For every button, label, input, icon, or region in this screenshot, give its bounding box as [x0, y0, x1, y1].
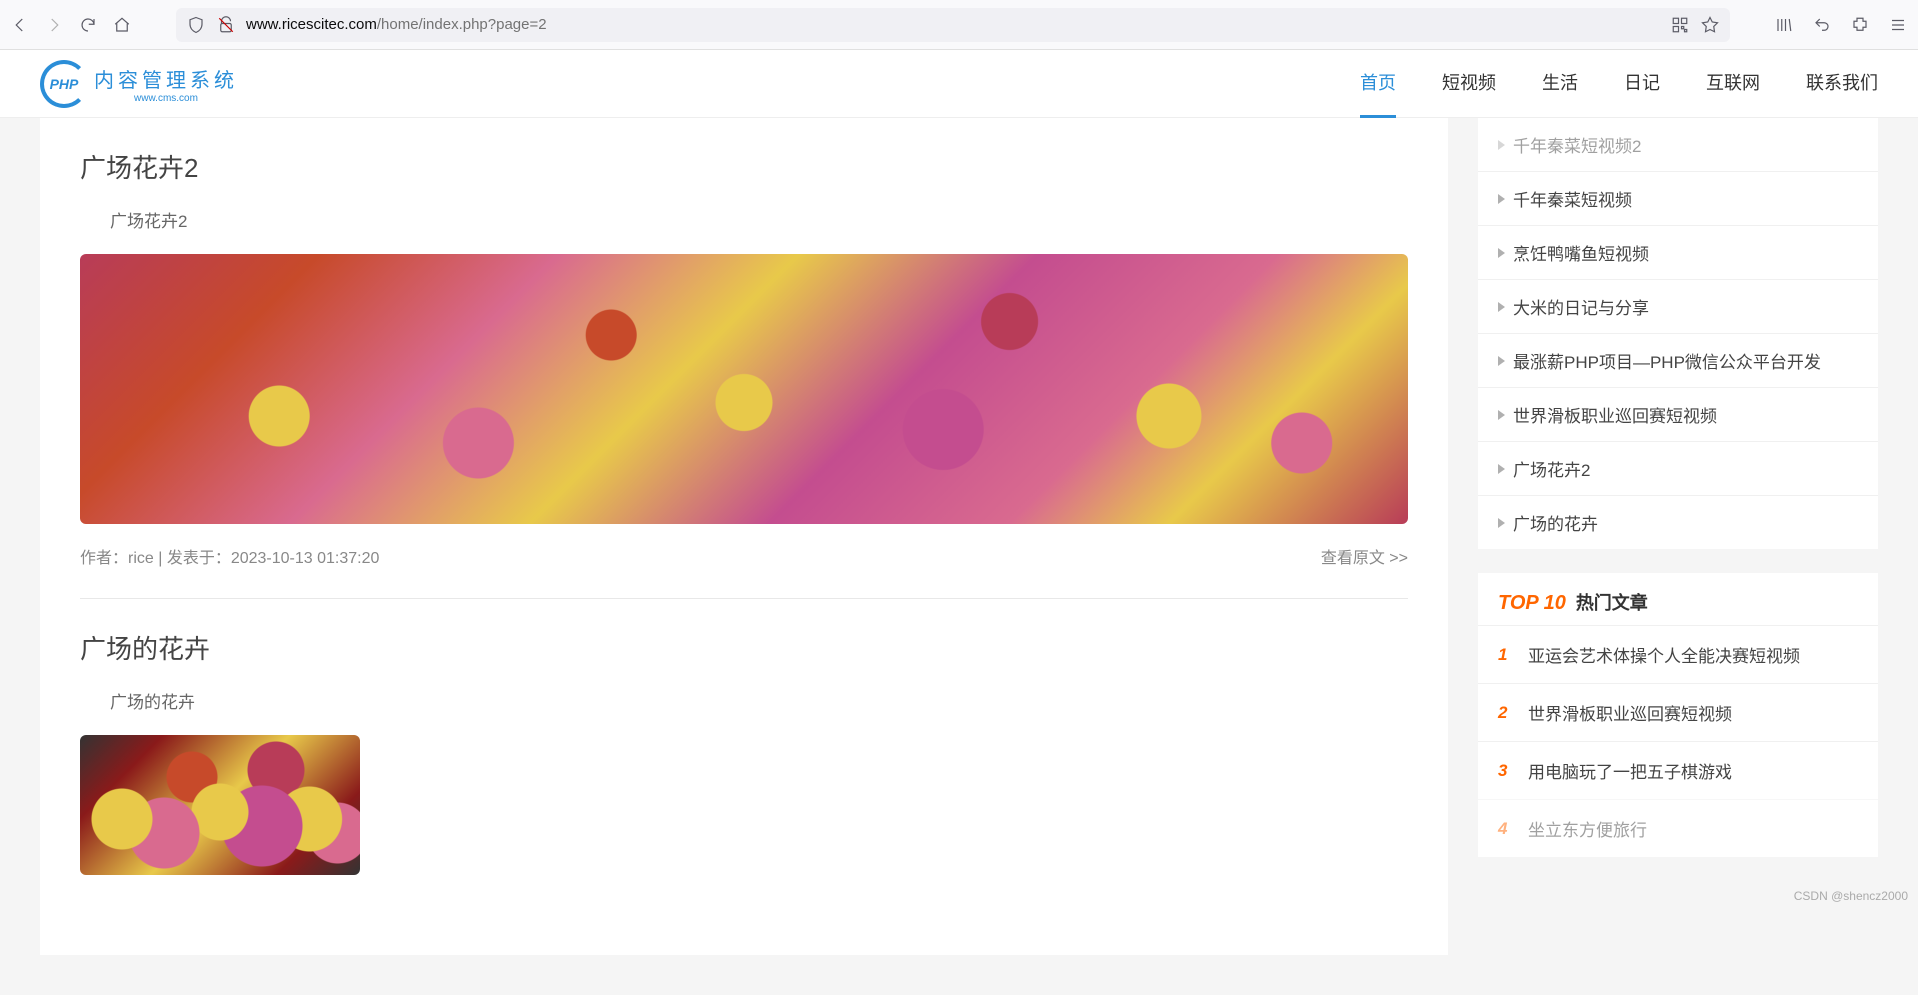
article-title[interactable]: 广场花卉2 [80, 148, 1408, 185]
article-excerpt: 广场的花卉 [110, 688, 1408, 713]
read-more-link[interactable]: 查看原文 >> [1321, 544, 1408, 568]
watermark: CSDN @shencz2000 [1794, 889, 1908, 903]
hot-rank: 2 [1498, 703, 1514, 723]
logo-badge: PHP [40, 60, 88, 108]
home-button[interactable] [112, 15, 132, 35]
hot-item[interactable]: 4坐立东方便旅行 [1478, 799, 1878, 857]
sidebar-link[interactable]: 世界滑板职业巡回赛短视频 [1478, 387, 1878, 441]
triangle-icon [1498, 518, 1505, 528]
recent-links-widget: 千年秦菜短视频2 千年秦菜短视频 烹饪鸭嘴鱼短视频 大米的日记与分享 最涨薪PH… [1478, 118, 1878, 549]
hot-rank: 4 [1498, 819, 1514, 839]
sidebar-link[interactable]: 大米的日记与分享 [1478, 279, 1878, 333]
article-title[interactable]: 广场的花卉 [80, 629, 1408, 666]
shield-icon [186, 15, 206, 35]
site-logo[interactable]: PHP 内容管理系统 www.cms.com [40, 60, 238, 108]
triangle-icon [1498, 356, 1505, 366]
menu-icon[interactable] [1888, 15, 1908, 35]
back-button[interactable] [10, 15, 30, 35]
undo-icon[interactable] [1812, 15, 1832, 35]
hot-item[interactable]: 1亚运会艺术体操个人全能决赛短视频 [1478, 625, 1878, 683]
hot-item[interactable]: 3用电脑玩了一把五子棋游戏 [1478, 741, 1878, 799]
nav-diary[interactable]: 日记 [1624, 49, 1660, 118]
triangle-icon [1498, 302, 1505, 312]
sidebar-link[interactable]: 广场的花卉 [1478, 495, 1878, 549]
article-image[interactable] [80, 254, 1408, 524]
triangle-icon [1498, 410, 1505, 420]
article-item: 广场的花卉 广场的花卉 [80, 629, 1408, 925]
hot-title: 热门文章 [1576, 589, 1648, 615]
extensions-icon[interactable] [1850, 15, 1870, 35]
site-header: PHP 内容管理系统 www.cms.com 首页 短视频 生活 日记 互联网 … [0, 50, 1918, 118]
top10-label: TOP 10 [1498, 592, 1566, 615]
article-meta: 作者：rice | 发表于：2023-10-13 01:37:20 [80, 544, 379, 568]
library-icon[interactable] [1774, 15, 1794, 35]
triangle-icon [1498, 140, 1505, 150]
logo-title: 内容管理系统 [94, 64, 238, 93]
hot-articles-widget: TOP 10 热门文章 1亚运会艺术体操个人全能决赛短视频 2世界滑板职业巡回赛… [1478, 573, 1878, 857]
sidebar-link[interactable]: 千年秦菜短视频2 [1478, 118, 1878, 171]
sidebar-link[interactable]: 最涨薪PHP项目—PHP微信公众平台开发 [1478, 333, 1878, 387]
article-item: 广场花卉2 广场花卉2 作者：rice | 发表于：2023-10-13 01:… [80, 148, 1408, 629]
triangle-icon [1498, 248, 1505, 258]
nav-shortvideo[interactable]: 短视频 [1442, 49, 1496, 118]
url-text: www.ricescitec.com/home/index.php?page=2 [246, 16, 1660, 33]
nav-internet[interactable]: 互联网 [1706, 49, 1760, 118]
reload-button[interactable] [78, 15, 98, 35]
hot-rank: 3 [1498, 761, 1514, 781]
forward-button[interactable] [44, 15, 64, 35]
sidebar: 千年秦菜短视频2 千年秦菜短视频 烹饪鸭嘴鱼短视频 大米的日记与分享 最涨薪PH… [1478, 118, 1878, 857]
hot-rank: 1 [1498, 645, 1514, 665]
lock-insecure-icon [216, 15, 236, 35]
article-image[interactable] [80, 735, 360, 875]
browser-toolbar: www.ricescitec.com/home/index.php?page=2 [0, 0, 1918, 50]
nav-contact[interactable]: 联系我们 [1806, 49, 1878, 118]
triangle-icon [1498, 194, 1505, 204]
main-nav: 首页 短视频 生活 日记 互联网 联系我们 [1360, 49, 1878, 118]
logo-subtitle: www.cms.com [94, 93, 238, 104]
nav-life[interactable]: 生活 [1542, 49, 1578, 118]
sidebar-link[interactable]: 广场花卉2 [1478, 441, 1878, 495]
qr-icon[interactable] [1670, 15, 1690, 35]
hot-item[interactable]: 2世界滑板职业巡回赛短视频 [1478, 683, 1878, 741]
triangle-icon [1498, 464, 1505, 474]
nav-home[interactable]: 首页 [1360, 49, 1396, 118]
sidebar-link[interactable]: 烹饪鸭嘴鱼短视频 [1478, 225, 1878, 279]
sidebar-link[interactable]: 千年秦菜短视频 [1478, 171, 1878, 225]
bookmark-star-icon[interactable] [1700, 15, 1720, 35]
article-excerpt: 广场花卉2 [110, 207, 1408, 232]
main-content: 广场花卉2 广场花卉2 作者：rice | 发表于：2023-10-13 01:… [40, 118, 1448, 955]
address-bar[interactable]: www.ricescitec.com/home/index.php?page=2 [176, 8, 1730, 42]
